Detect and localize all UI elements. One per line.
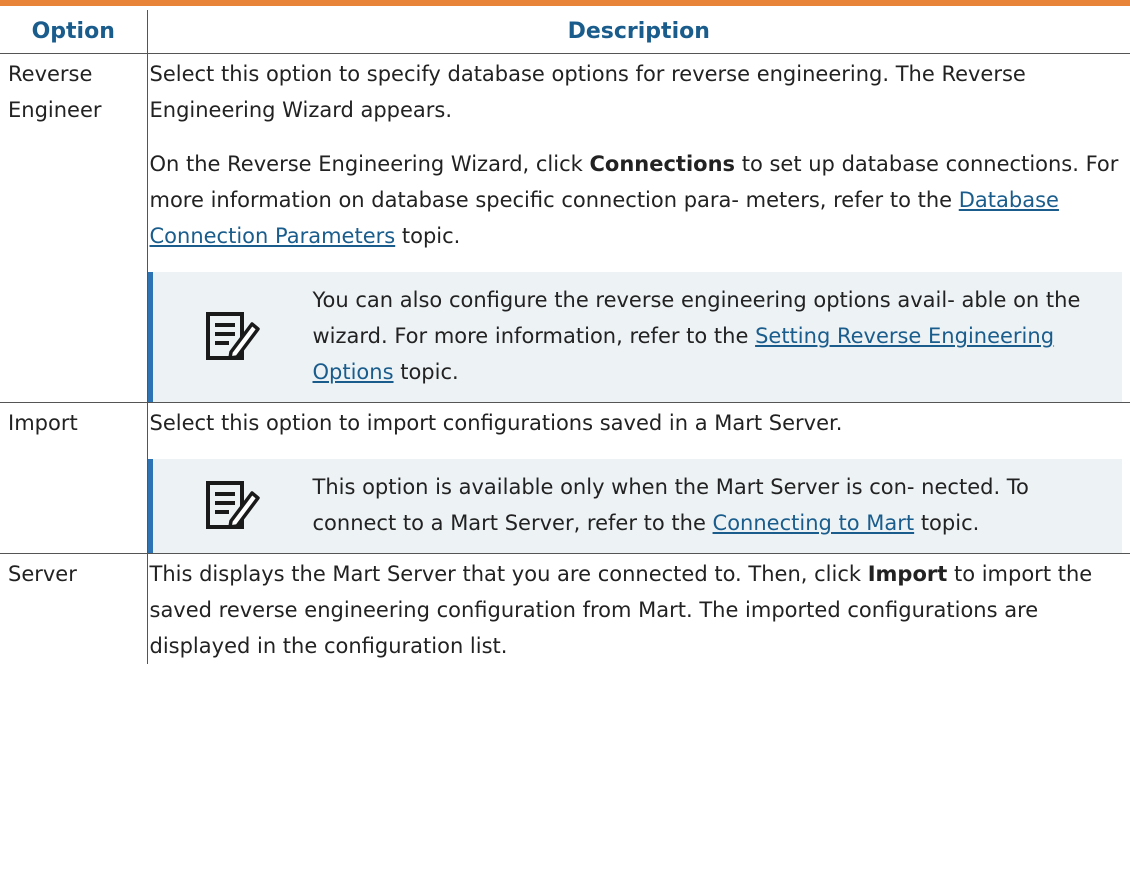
note-text: This option is available only when the M… (313, 469, 1123, 541)
option-cell: Server (0, 553, 148, 664)
option-cell: Reverse Engineer (0, 53, 148, 403)
description-paragraph: Select this option to specify database o… (149, 62, 1026, 122)
note-text: You can also configure the reverse engin… (313, 282, 1123, 390)
link-connecting-to-mart[interactable]: Connecting to Mart (713, 511, 915, 535)
top-accent-bar (0, 0, 1130, 6)
description-paragraph: On the Reverse Engineering Wizard, click… (150, 146, 1123, 254)
header-description: Description (147, 10, 1130, 54)
note-edit-icon (153, 479, 313, 531)
note-box: This option is available only when the M… (146, 459, 1123, 553)
option-cell: Import (0, 402, 148, 554)
text-segment: On the Reverse Engineering Wizard, click (149, 152, 590, 176)
table-row: Reverse Engineer Select this option to s… (0, 53, 1130, 403)
description-paragraph: Select this option to import configurati… (149, 411, 843, 435)
note-box: You can also configure the reverse engin… (146, 272, 1123, 402)
description-cell: This displays the Mart Server that you a… (147, 554, 1130, 665)
description-cell: Select this option to specify database o… (146, 53, 1130, 403)
note-edit-icon (153, 310, 313, 362)
table-row: Import Select this option to import conf… (0, 402, 1130, 554)
header-option: Option (0, 10, 148, 54)
text-segment: topic. (395, 224, 461, 248)
text-segment: topic. (914, 511, 980, 535)
options-table: Option Description Reverse Engineer Sele… (0, 10, 1130, 664)
table-row: Server This displays the Mart Server tha… (0, 553, 1130, 665)
description-cell: Select this option to import configurati… (146, 402, 1130, 554)
table-header-row: Option Description (0, 10, 1130, 54)
text-segment: topic. (393, 360, 459, 384)
bold-term: Import (867, 562, 948, 586)
description-paragraph: This displays the Mart Server that you a… (150, 556, 1123, 664)
bold-term: Connections (589, 152, 736, 176)
text-segment: This displays the Mart Server that you a… (149, 562, 868, 586)
